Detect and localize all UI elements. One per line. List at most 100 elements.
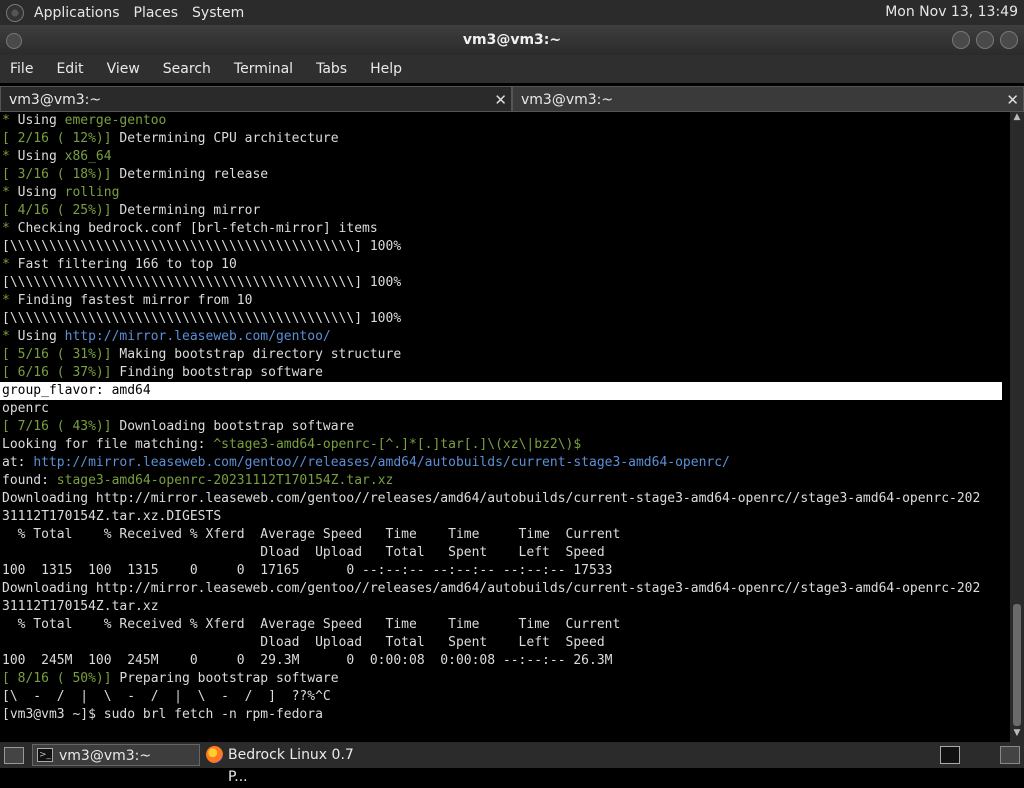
- terminal-text: Downloading bootstrap software: [119, 419, 355, 434]
- terminal-icon: >_: [37, 748, 53, 762]
- menu-search[interactable]: Search: [163, 61, 211, 77]
- firefox-icon: [206, 746, 223, 763]
- top-panel-menus: Applications Places System: [6, 3, 244, 22]
- terminal-text: [ 6/16 ( 37%)]: [2, 365, 120, 380]
- terminal-line: [ 6/16 ( 37%)] Finding bootstrap softwar…: [0, 364, 1010, 382]
- clock[interactable]: Mon Nov 13, 13:49: [885, 4, 1018, 20]
- terminal-text: Determining mirror: [119, 203, 261, 218]
- terminal-text: Fast filtering 166 to top 10: [17, 257, 237, 272]
- terminal-line: found: stage3-amd64-openrc-20231112T1701…: [0, 472, 1010, 490]
- terminal-line: [vm3@vm3 ~]$ sudo brl fetch -n rpm-fedor…: [0, 706, 1010, 724]
- terminal-text: % Total % Received % Xferd Average Speed…: [2, 527, 621, 542]
- terminal-text: [\ - / | \ - / | \ - / ] ??%^C: [2, 689, 331, 704]
- terminal-text: Determining CPU architecture: [119, 131, 339, 146]
- terminal-line: * Checking bedrock.conf [brl-fetch-mirro…: [0, 220, 1010, 238]
- terminal-text: *: [2, 149, 18, 164]
- terminal-line: % Total % Received % Xferd Average Speed…: [0, 616, 1010, 634]
- terminal-menubar: File Edit View Search Terminal Tabs Help: [0, 55, 1024, 83]
- terminal-line: [ 3/16 ( 18%)] Determining release: [0, 166, 1010, 184]
- applications-menu[interactable]: Applications: [34, 5, 120, 21]
- menu-edit[interactable]: Edit: [56, 61, 83, 77]
- terminal-scrollbar[interactable]: ▲ ▼: [1010, 112, 1024, 742]
- terminal-text: http://mirror.leaseweb.com/gentoo/: [64, 329, 331, 344]
- terminal-text: 100 1315 100 1315 0 0 17165 0 --:--:-- -…: [2, 563, 613, 578]
- minimize-button[interactable]: [952, 31, 970, 49]
- terminal-output[interactable]: * Using emerge-gentoo[ 2/16 ( 12%)] Dete…: [0, 112, 1010, 742]
- terminal-text: group_flavor: amd64: [2, 383, 151, 398]
- terminal-line: [\\\\\\\\\\\\\\\\\\\\\\\\\\\\\\\\\\\\\\\…: [0, 238, 1010, 256]
- tab-2-label: vm3@vm3:~: [521, 92, 614, 108]
- terminal-text: Making bootstrap directory structure: [119, 347, 402, 362]
- workspace-switcher-icon[interactable]: [1000, 746, 1020, 764]
- terminal-text: found:: [2, 473, 57, 488]
- terminal-text: [ 5/16 ( 31%)]: [2, 347, 120, 362]
- terminal-text: at:: [2, 455, 34, 470]
- scroll-thumb[interactable]: [1013, 604, 1021, 726]
- menu-view[interactable]: View: [107, 61, 140, 77]
- terminal-line: [\ - / | \ - / | \ - / ] ??%^C: [0, 688, 1010, 706]
- terminal-text: emerge-gentoo: [64, 113, 167, 128]
- terminal-text: *: [2, 185, 18, 200]
- window-title: vm3@vm3:~: [462, 32, 562, 48]
- terminal-text: rolling: [64, 185, 120, 200]
- terminal-text: ^stage3-amd64-openrc-[^.]*[.]tar[.]\(xz\…: [213, 437, 582, 452]
- desktop-icon[interactable]: [4, 747, 24, 764]
- terminal-text: [\\\\\\\\\\\\\\\\\\\\\\\\\\\\\\\\\\\\\\\…: [2, 311, 402, 326]
- terminal-text: Dload Upload Total Spent Left Speed: [2, 635, 605, 650]
- terminal-line: 31112T170154Z.tar.xz.DIGESTS: [0, 508, 1010, 526]
- terminal-text: Using: [17, 149, 65, 164]
- terminal-text: Determining release: [119, 167, 269, 182]
- taskbar-item-terminal[interactable]: >_ vm3@vm3:~: [32, 744, 200, 766]
- maximize-button[interactable]: [976, 31, 994, 49]
- terminal-text: Looking for file matching:: [2, 437, 214, 452]
- terminal-text: 100 245M 100 245M 0 0 29.3M 0 0:00:08 0:…: [2, 653, 613, 668]
- window-titlebar[interactable]: vm3@vm3:~: [0, 25, 1024, 55]
- window-menu-icon[interactable]: [6, 33, 22, 49]
- terminal-text: % Total % Received % Xferd Average Speed…: [2, 617, 621, 632]
- system-menu[interactable]: System: [192, 5, 244, 21]
- terminal-text: 31112T170154Z.tar.xz.DIGESTS: [2, 509, 222, 524]
- close-window-button[interactable]: [1000, 31, 1018, 49]
- tray-terminal-icon[interactable]: [940, 746, 960, 764]
- scroll-down-icon[interactable]: ▼: [1010, 728, 1024, 742]
- terminal-line: 100 1315 100 1315 0 0 17165 0 --:--:-- -…: [0, 562, 1010, 580]
- terminal-line: % Total % Received % Xferd Average Speed…: [0, 526, 1010, 544]
- menu-terminal[interactable]: Terminal: [234, 61, 293, 77]
- window-controls: [952, 31, 1018, 49]
- taskbar-item-terminal-label: vm3@vm3:~: [59, 748, 152, 764]
- terminal-text: Preparing bootstrap software: [119, 671, 339, 686]
- terminal-text: x86_64: [64, 149, 112, 164]
- taskbar-item-browser[interactable]: Bedrock Linux 0.7 P...: [202, 744, 368, 785]
- terminal-line: at: http://mirror.leaseweb.com/gentoo//r…: [0, 454, 1010, 472]
- menu-file[interactable]: File: [10, 61, 33, 77]
- terminal-line: [\\\\\\\\\\\\\\\\\\\\\\\\\\\\\\\\\\\\\\\…: [0, 274, 1010, 292]
- terminal-line: * Using rolling: [0, 184, 1010, 202]
- gnome-foot-icon[interactable]: [6, 3, 24, 22]
- top-panel: Applications Places System Mon Nov 13, 1…: [0, 0, 1024, 25]
- tab-1[interactable]: vm3@vm3:~ ✕: [0, 86, 512, 112]
- tab-1-close-icon[interactable]: ✕: [494, 87, 507, 113]
- menu-help[interactable]: Help: [370, 61, 402, 77]
- places-menu[interactable]: Places: [134, 5, 179, 21]
- menu-tabs[interactable]: Tabs: [316, 61, 347, 77]
- terminal-text: openrc: [2, 401, 49, 416]
- terminal-text: [vm3@vm3 ~]$ sudo brl fetch -n rpm-fedor…: [2, 707, 323, 722]
- terminal-text: *: [2, 329, 18, 344]
- terminal-text: [ 3/16 ( 18%)]: [2, 167, 120, 182]
- terminal-line: * Using x86_64: [0, 148, 1010, 166]
- terminal-line: * Using emerge-gentoo: [0, 112, 1010, 130]
- terminal-text: Downloading http://mirror.leaseweb.com/g…: [2, 581, 981, 596]
- taskbar: >_ vm3@vm3:~ Bedrock Linux 0.7 P...: [0, 742, 1024, 785]
- terminal-line: Dload Upload Total Spent Left Speed: [0, 634, 1010, 652]
- scroll-up-icon[interactable]: ▲: [1010, 112, 1024, 126]
- terminal-text: *: [2, 293, 18, 308]
- terminal-text: Checking bedrock.conf [brl-fetch-mirror]…: [17, 221, 378, 236]
- terminal-text: [ 8/16 ( 50%)]: [2, 671, 120, 686]
- terminal-text: http://mirror.leaseweb.com/gentoo//relea…: [33, 455, 730, 470]
- terminal-line: [ 4/16 ( 25%)] Determining mirror: [0, 202, 1010, 220]
- tab-2-close-icon[interactable]: ✕: [1006, 87, 1019, 113]
- terminal-line: Downloading http://mirror.leaseweb.com/g…: [0, 580, 1010, 598]
- terminal-text: *: [2, 257, 18, 272]
- tab-2[interactable]: vm3@vm3:~ ✕: [512, 86, 1024, 112]
- terminal-text: [ 7/16 ( 43%)]: [2, 419, 120, 434]
